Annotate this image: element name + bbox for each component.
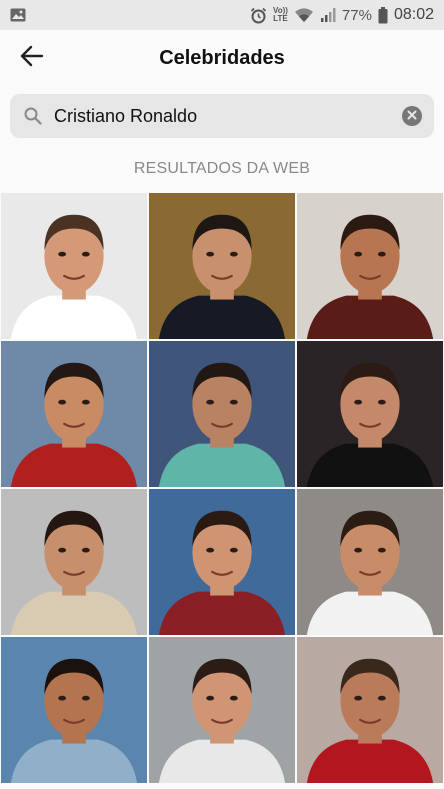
image-result-tile[interactable] xyxy=(0,636,148,784)
search-icon xyxy=(22,105,44,127)
portrait-photo xyxy=(1,489,147,635)
search-bar[interactable] xyxy=(10,94,434,138)
image-icon xyxy=(10,8,26,22)
search-input[interactable] xyxy=(54,105,402,127)
portrait-photo xyxy=(149,193,295,339)
portrait-photo xyxy=(1,193,147,339)
portrait-photo xyxy=(149,341,295,487)
image-result-tile[interactable] xyxy=(296,340,444,488)
portrait-photo xyxy=(297,489,443,635)
portrait-photo xyxy=(149,637,295,783)
image-result-tile[interactable] xyxy=(148,636,296,784)
image-result-tile[interactable] xyxy=(296,636,444,784)
image-result-tile[interactable] xyxy=(148,488,296,636)
arrow-left-icon xyxy=(20,45,44,72)
page-title: Celebridades xyxy=(159,46,285,69)
portrait-photo xyxy=(149,489,295,635)
image-result-tile[interactable] xyxy=(148,192,296,340)
image-result-tile[interactable] xyxy=(296,192,444,340)
battery-icon xyxy=(378,6,388,24)
clock: 08:02 xyxy=(393,6,434,23)
portrait-photo xyxy=(297,341,443,487)
portrait-photo xyxy=(1,341,147,487)
image-result-tile[interactable] xyxy=(296,488,444,636)
alarm-icon xyxy=(250,7,267,24)
portrait-photo xyxy=(297,637,443,783)
battery-percent: 77% xyxy=(341,6,372,24)
image-result-tile[interactable] xyxy=(0,192,148,340)
lte-indicator: Vo)) LTE xyxy=(272,6,288,23)
app-bar: Celebridades xyxy=(0,30,444,86)
web-results-label: RESULTADOS DA WEB xyxy=(133,160,311,177)
clear-search-button[interactable] xyxy=(402,106,422,126)
signal-icon xyxy=(320,7,336,23)
image-result-tile[interactable] xyxy=(0,340,148,488)
image-result-tile[interactable] xyxy=(148,340,296,488)
status-bar: Vo)) LTE 77% 08:02 xyxy=(0,0,444,30)
wifi-icon xyxy=(294,7,314,23)
close-icon xyxy=(407,107,417,125)
image-result-tile[interactable] xyxy=(0,488,148,636)
portrait-photo xyxy=(297,193,443,339)
portrait-photo xyxy=(1,637,147,783)
image-results-grid xyxy=(0,192,444,784)
back-button[interactable] xyxy=(14,42,50,74)
